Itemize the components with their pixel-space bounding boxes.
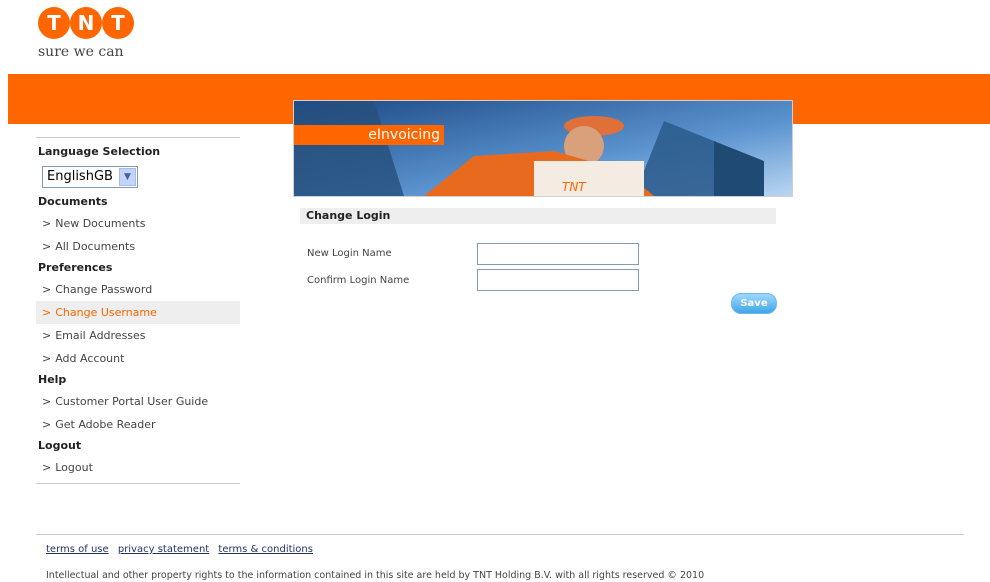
footer-links: terms of use privacy statement terms & c… [46, 544, 319, 555]
new-login-label: New Login Name [307, 248, 392, 259]
tnt-logo-icon: T N T [38, 7, 134, 39]
sidebar-item-add-account[interactable]: > Add Account [36, 347, 240, 370]
help-section-title: Help [38, 373, 67, 386]
hero-image: TNT eInvoicing [293, 100, 793, 197]
sidebar-item-email-addresses[interactable]: > Email Addresses [36, 324, 240, 347]
terms-conditions-link[interactable]: terms & conditions [218, 544, 313, 555]
privacy-statement-link[interactable]: privacy statement [118, 544, 209, 555]
svg-text:T: T [111, 11, 125, 35]
language-select[interactable]: EnglishGB ▼ [42, 166, 138, 188]
language-select-value: EnglishGB [47, 169, 113, 184]
chevron-right-icon: > [42, 283, 52, 296]
chevron-right-icon: > [42, 217, 52, 230]
sidebar: Language Selection EnglishGB ▼ Documents… [36, 137, 240, 484]
sidebar-item-change-password[interactable]: > Change Password [36, 278, 240, 301]
sidebar-item-new-documents[interactable]: > New Documents [36, 212, 240, 235]
chevron-right-icon: > [42, 352, 52, 365]
sidebar-item-adobe-reader[interactable]: > Get Adobe Reader [36, 413, 240, 436]
chevron-right-icon: > [42, 418, 52, 431]
sidebar-item-user-guide[interactable]: > Customer Portal User Guide [36, 390, 240, 413]
chevron-right-icon: > [42, 461, 52, 474]
hero-photo-icon: TNT [294, 101, 792, 196]
sidebar-item-all-documents[interactable]: > All Documents [36, 235, 240, 258]
preferences-section-title: Preferences [38, 261, 113, 274]
svg-text:T: T [47, 11, 61, 35]
chevron-right-icon: > [42, 395, 52, 408]
copyright-text: Intellectual and other property rights t… [46, 570, 705, 581]
confirm-login-label: Confirm Login Name [307, 275, 410, 286]
brand-tagline: sure we can [38, 44, 124, 60]
page-title: Change Login [300, 208, 776, 224]
logout-section-title: Logout [38, 439, 82, 452]
hero-tab-label: eInvoicing [294, 125, 444, 145]
chevron-down-icon[interactable]: ▼ [119, 168, 136, 186]
language-section-title: Language Selection [38, 145, 161, 158]
sidebar-item-logout[interactable]: > Logout [36, 456, 240, 479]
footer-divider [36, 534, 964, 535]
chevron-right-icon: > [42, 240, 52, 253]
svg-text:N: N [78, 11, 95, 35]
sidebar-item-change-username[interactable]: > Change Username [36, 301, 240, 324]
terms-of-use-link[interactable]: terms of use [46, 544, 109, 555]
documents-section-title: Documents [38, 195, 108, 208]
svg-text:TNT: TNT [562, 180, 587, 194]
chevron-right-icon: > [42, 329, 52, 342]
confirm-login-field[interactable] [477, 269, 639, 291]
chevron-right-icon: > [42, 306, 52, 319]
save-button[interactable]: Save [731, 293, 777, 314]
new-login-field[interactable] [477, 243, 639, 265]
